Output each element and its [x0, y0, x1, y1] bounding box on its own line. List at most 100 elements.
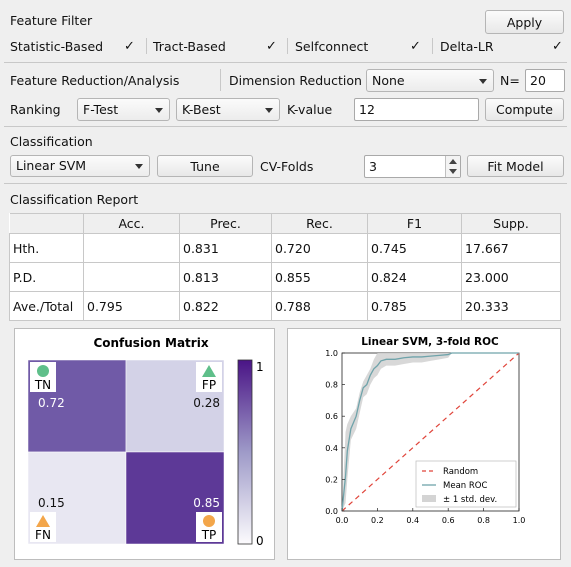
chart-title: Linear SVM, 3-fold ROC: [361, 336, 499, 348]
x-tick-label: 0.6: [442, 516, 455, 525]
table-cell[interactable]: 0.788: [271, 291, 368, 321]
fit-model-button[interactable]: Fit Model: [467, 155, 564, 177]
ranking-value: F-Test: [83, 102, 119, 117]
x-tick-label: 0.0: [336, 516, 349, 525]
ranking-select[interactable]: F-Test: [77, 98, 170, 121]
tract-based-checkbox[interactable]: ✓: [265, 40, 278, 53]
y-tick-label: 0.4: [325, 444, 338, 453]
colorbar: [237, 359, 253, 545]
selfconnect-label: Selfconnect: [295, 39, 369, 54]
table-cell[interactable]: 0.745: [367, 233, 462, 263]
table-cell[interactable]: 0.824: [367, 262, 462, 292]
cv-folds-value: 3: [369, 159, 377, 174]
colorbar-min-label: 0: [256, 534, 264, 548]
model-value: Linear SVM: [16, 158, 87, 173]
legend-std-label: ± 1 std. dev.: [443, 495, 497, 505]
table-cell[interactable]: 23.000: [461, 262, 561, 292]
cell-value: 0.72: [38, 396, 65, 410]
legend-std-swatch: [422, 495, 436, 502]
chevron-down-icon: [265, 107, 273, 113]
legend-mean-label: Mean ROC: [443, 481, 487, 491]
circle-icon: [37, 365, 49, 377]
n-input[interactable]: 20: [525, 69, 565, 92]
table-cell[interactable]: 0.813: [179, 262, 272, 292]
y-tick-label: 0.0: [325, 507, 338, 516]
delta-lr-label: Delta-LR: [440, 39, 494, 54]
classification-title: Classification: [10, 134, 93, 149]
section-divider: [4, 126, 567, 127]
y-tick-label: 0.8: [325, 381, 338, 390]
statistic-based-checkbox[interactable]: ✓: [123, 40, 136, 53]
cell-class-label: TP: [201, 528, 217, 542]
column-header: Acc.: [83, 213, 180, 234]
model-select[interactable]: Linear SVM: [10, 155, 150, 177]
cell-class-label: FN: [35, 528, 51, 542]
table-cell[interactable]: 0.720: [271, 233, 368, 263]
chevron-down-icon: [479, 78, 487, 84]
x-tick-label: 0.4: [406, 516, 419, 525]
table-cell[interactable]: 0.785: [367, 291, 462, 321]
compute-button[interactable]: Compute: [485, 98, 564, 121]
ranking-label: Ranking: [10, 102, 61, 117]
x-tick-label: 0.2: [371, 516, 384, 525]
k-value-input[interactable]: 12: [354, 98, 479, 121]
divider: [432, 38, 433, 54]
row-header: Ave./Total: [9, 291, 84, 321]
roc-chart: Linear SVM, 3-fold ROC 0.0 0.2 0.4 0.6 0.8 1.…: [325, 336, 526, 525]
table-row: Hth. 0.831 0.720 0.745 17.667: [9, 233, 561, 263]
selector-select[interactable]: K-Best: [176, 98, 280, 121]
chevron-down-icon: [155, 107, 163, 113]
circle-icon: [203, 515, 215, 527]
tune-button[interactable]: Tune: [157, 155, 253, 177]
spin-buttons[interactable]: [445, 156, 460, 177]
table-cell[interactable]: 0.795: [83, 291, 180, 321]
section-divider: [4, 62, 567, 63]
colorbar-max-label: 1: [256, 360, 264, 374]
y-tick-label: 0.6: [325, 412, 338, 421]
n-label: N=: [500, 73, 520, 88]
confusion-matrix-chart: Confusion Matrix TN 0.72 FP 0.28 FN 0.15 TP 0.8…: [27, 336, 264, 548]
table-cell[interactable]: [83, 233, 180, 263]
x-tick-label: 1.0: [513, 516, 526, 525]
dimension-reduction-select[interactable]: None: [366, 69, 494, 92]
feature-filter-title: Feature Filter: [10, 13, 93, 28]
cell-value: 0.28: [193, 396, 220, 410]
classification-report-table: Acc. Prec. Rec. F1 Supp. Hth. 0.831 0.72…: [9, 213, 561, 321]
apply-button[interactable]: Apply: [485, 10, 564, 34]
divider: [146, 38, 147, 54]
statistic-based-label: Statistic-Based: [10, 39, 104, 54]
table-cell[interactable]: 0.822: [179, 291, 272, 321]
column-header: F1: [367, 213, 462, 234]
cell-value: 0.85: [193, 496, 220, 510]
y-tick-label: 1.0: [325, 349, 338, 358]
chart-title: Confusion Matrix: [93, 336, 208, 350]
cv-folds-label: CV-Folds: [260, 159, 314, 174]
x-tick-label: 0.8: [477, 516, 490, 525]
column-header: Prec.: [179, 213, 272, 234]
selfconnect-checkbox[interactable]: ✓: [409, 40, 422, 53]
cv-folds-spinbox[interactable]: 3: [364, 155, 461, 178]
spin-up-icon[interactable]: [449, 159, 457, 164]
classification-report-title: Classification Report: [10, 192, 139, 207]
legend-random-label: Random: [443, 467, 478, 477]
section-divider: [4, 183, 567, 184]
table-corner: [9, 213, 84, 234]
y-tick-label: 0.2: [325, 475, 338, 484]
column-header: Rec.: [271, 213, 368, 234]
confusion-matrix-panel: Confusion Matrix TN 0.72 FP 0.28 FN 0.15 TP 0.8…: [14, 328, 275, 560]
spin-down-icon[interactable]: [449, 169, 457, 174]
column-header: Supp.: [461, 213, 561, 234]
cell-value: 0.15: [38, 496, 65, 510]
table-row: Ave./Total 0.795 0.822 0.788 0.785 20.33…: [9, 291, 561, 321]
table-cell[interactable]: 20.333: [461, 291, 561, 321]
divider: [220, 69, 221, 91]
table-cell[interactable]: 17.667: [461, 233, 561, 263]
table-cell[interactable]: [83, 262, 180, 292]
table-cell[interactable]: 0.855: [271, 262, 368, 292]
delta-lr-checkbox[interactable]: ✓: [551, 40, 564, 53]
row-header: Hth.: [9, 233, 84, 263]
table-cell[interactable]: 0.831: [179, 233, 272, 263]
chevron-down-icon: [135, 164, 143, 169]
feature-reduction-title: Feature Reduction/Analysis: [10, 73, 180, 88]
k-value-label: K-value: [287, 102, 333, 117]
